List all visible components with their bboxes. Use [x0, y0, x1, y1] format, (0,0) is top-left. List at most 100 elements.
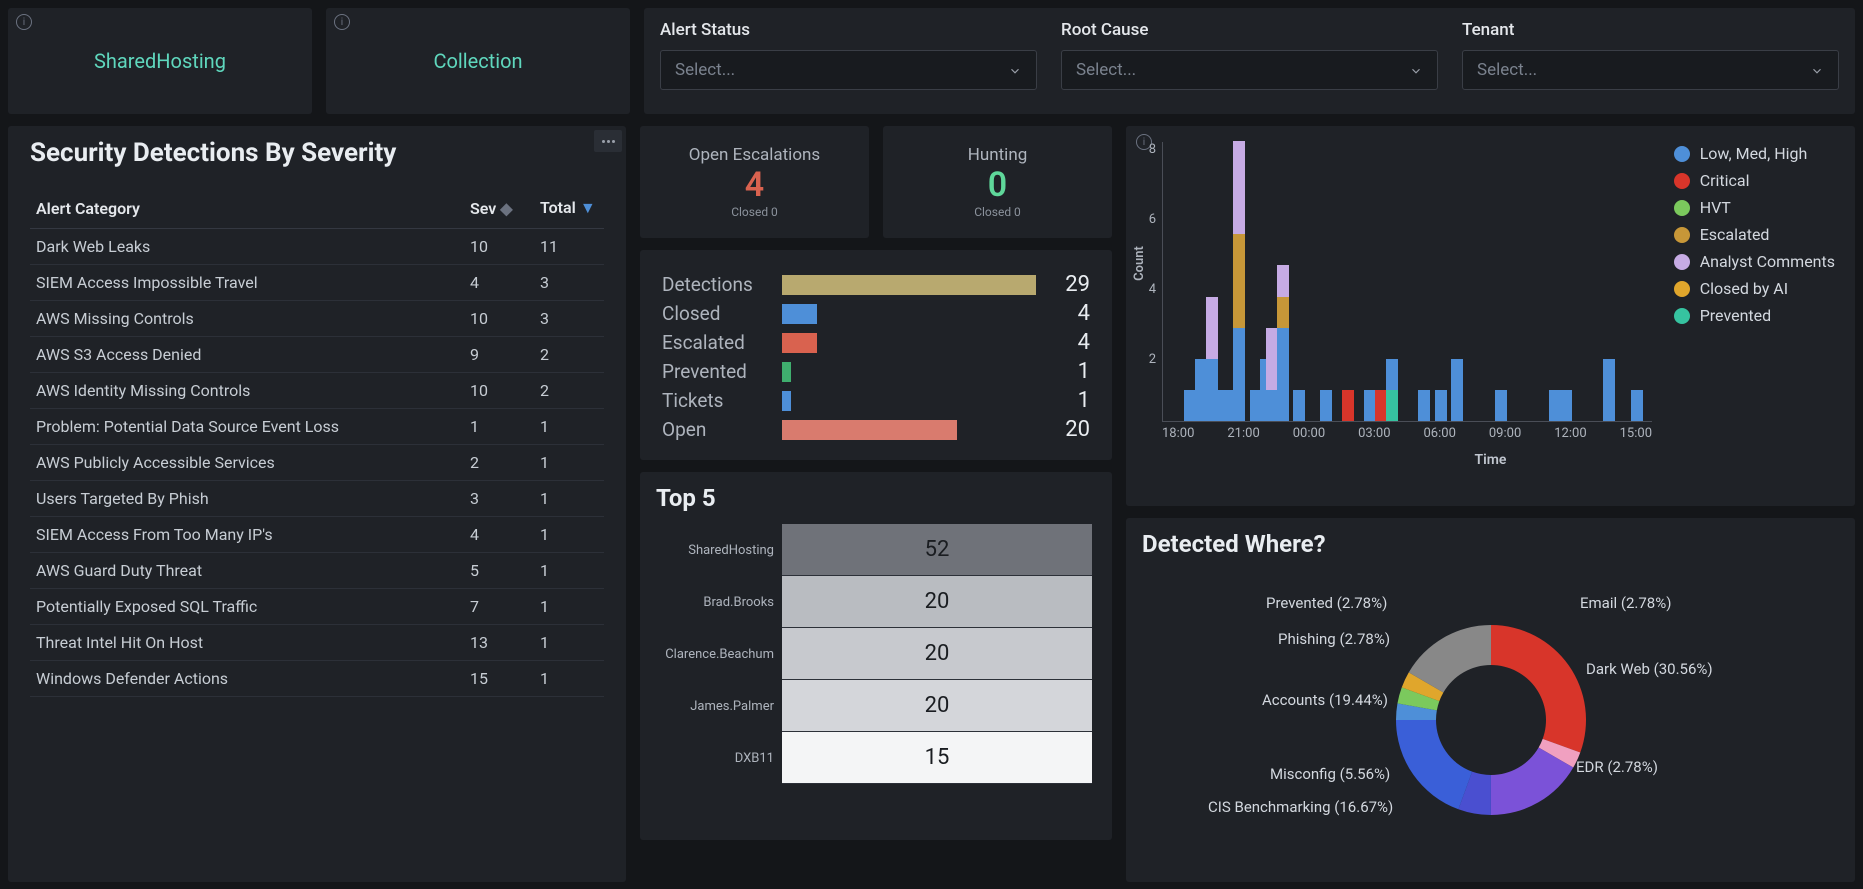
bar-column[interactable]: [1418, 390, 1430, 421]
cell-category: SIEM Access Impossible Travel: [30, 265, 464, 301]
table-row[interactable]: Potentially Exposed SQL Traffic71: [30, 589, 604, 625]
cell-sev: 5: [464, 553, 534, 589]
bar-column[interactable]: [1560, 390, 1572, 421]
cell-sev: 4: [464, 517, 534, 553]
top5-row[interactable]: SharedHosting 52: [660, 524, 1092, 576]
select-tenant[interactable]: Select...: [1462, 50, 1839, 90]
select-placeholder: Select...: [1076, 60, 1136, 80]
top5-row[interactable]: Clarence.Beachum 20: [660, 628, 1092, 680]
status-bar: [782, 333, 817, 353]
legend-item[interactable]: Prevented: [1674, 306, 1835, 325]
y-axis: 8642: [1142, 142, 1156, 422]
top5-bar: 20: [782, 680, 1092, 732]
kpi-open-escalations[interactable]: Open Escalations 4 Closed 0: [640, 126, 869, 238]
status-row[interactable]: Tickets 1: [662, 388, 1090, 413]
status-label: Closed: [662, 302, 768, 325]
bar-column[interactable]: [1320, 390, 1332, 421]
col-sev[interactable]: Sev◆: [464, 188, 534, 229]
bar-column[interactable]: [1435, 390, 1447, 421]
cell-category: Threat Intel Hit On Host: [30, 625, 464, 661]
bar-column[interactable]: [1386, 359, 1398, 421]
table-row[interactable]: AWS Identity Missing Controls102: [30, 373, 604, 409]
legend-label: Closed by AI: [1700, 279, 1788, 298]
tag-label: SharedHosting: [94, 49, 226, 73]
table-row[interactable]: SIEM Access Impossible Travel43: [30, 265, 604, 301]
bar-column[interactable]: [1342, 390, 1354, 421]
chevron-down-icon: [1409, 63, 1423, 77]
select-alert-status[interactable]: Select...: [660, 50, 1037, 90]
table-row[interactable]: Users Targeted By Phish31: [30, 481, 604, 517]
cell-total: 1: [534, 409, 604, 445]
top5-row[interactable]: DXB11 15: [660, 732, 1092, 784]
status-label: Escalated: [662, 331, 768, 354]
legend-item[interactable]: HVT: [1674, 198, 1835, 217]
status-row[interactable]: Prevented 1: [662, 359, 1090, 384]
bar-column[interactable]: [1293, 390, 1305, 421]
legend-label: HVT: [1700, 198, 1731, 217]
status-row[interactable]: Detections 29: [662, 272, 1090, 297]
panel-menu-button[interactable]: [594, 130, 622, 152]
panel-title: Detected Where?: [1142, 530, 1839, 558]
table-row[interactable]: Windows Defender Actions151: [30, 661, 604, 697]
select-root-cause[interactable]: Select...: [1061, 50, 1438, 90]
time-bar-chart[interactable]: [1162, 142, 1652, 422]
bar-column[interactable]: [1451, 359, 1463, 421]
filter-label-root-cause: Root Cause: [1061, 20, 1438, 40]
cell-total: 11: [534, 229, 604, 265]
top5-row[interactable]: Brad.Brooks 20: [660, 576, 1092, 628]
table-row[interactable]: AWS Missing Controls103: [30, 301, 604, 337]
legend-item[interactable]: Analyst Comments: [1674, 252, 1835, 271]
status-row[interactable]: Closed 4: [662, 301, 1090, 326]
status-label: Open: [662, 418, 768, 441]
donut-label: Email (2.78%): [1580, 594, 1671, 612]
bar-column[interactable]: [1631, 390, 1643, 421]
info-icon[interactable]: i: [16, 14, 32, 30]
status-value: 4: [1050, 301, 1090, 326]
tag-collection[interactable]: i Collection: [326, 8, 630, 114]
bar-column[interactable]: [1603, 359, 1615, 421]
status-row[interactable]: Escalated 4: [662, 330, 1090, 355]
cell-total: 1: [534, 625, 604, 661]
top5-bar: 20: [782, 576, 1092, 628]
table-row[interactable]: AWS Guard Duty Threat51: [30, 553, 604, 589]
table-row[interactable]: Problem: Potential Data Source Event Los…: [30, 409, 604, 445]
legend-item[interactable]: Critical: [1674, 171, 1835, 190]
donut-slice[interactable]: [1396, 720, 1472, 809]
col-alert-category[interactable]: Alert Category: [30, 188, 464, 229]
info-icon[interactable]: i: [334, 14, 350, 30]
table-row[interactable]: AWS Publicly Accessible Services21: [30, 445, 604, 481]
table-row[interactable]: Threat Intel Hit On Host131: [30, 625, 604, 661]
legend-item[interactable]: Low, Med, High: [1674, 144, 1835, 163]
cell-category: Windows Defender Actions: [30, 661, 464, 697]
kpi-value: 4: [745, 165, 764, 205]
kpi-hunting[interactable]: Hunting 0 Closed 0: [883, 126, 1112, 238]
status-label: Tickets: [662, 389, 768, 412]
top5-panel: Top 5 SharedHosting 52Brad.Brooks 20Clar…: [640, 472, 1112, 840]
cell-total: 1: [534, 445, 604, 481]
legend-item[interactable]: Escalated: [1674, 225, 1835, 244]
legend-item[interactable]: Closed by AI: [1674, 279, 1835, 298]
top5-row[interactable]: James.Palmer 20: [660, 680, 1092, 732]
legend-label: Escalated: [1700, 225, 1770, 244]
donut-slice[interactable]: [1491, 625, 1586, 753]
donut-label: Accounts (19.44%): [1262, 691, 1388, 709]
donut-label: Dark Web (30.56%): [1586, 660, 1713, 678]
cell-category: Potentially Exposed SQL Traffic: [30, 589, 464, 625]
tag-sharedhosting[interactable]: i SharedHosting: [8, 8, 312, 114]
cell-sev: 15: [464, 661, 534, 697]
top5-label: Clarence.Beachum: [660, 647, 782, 662]
select-placeholder: Select...: [675, 60, 735, 80]
bar-column[interactable]: [1233, 141, 1245, 421]
cell-total: 3: [534, 265, 604, 301]
table-row[interactable]: SIEM Access From Too Many IP's41: [30, 517, 604, 553]
top5-bar: 20: [782, 628, 1092, 680]
table-row[interactable]: AWS S3 Access Denied92: [30, 337, 604, 373]
donut-label: EDR (2.78%): [1576, 758, 1658, 776]
bar-column[interactable]: [1277, 265, 1289, 421]
donut-chart[interactable]: [1391, 620, 1591, 824]
status-bar: [782, 275, 1036, 295]
table-row[interactable]: Dark Web Leaks1011: [30, 229, 604, 265]
status-row[interactable]: Open 20: [662, 417, 1090, 442]
bar-column[interactable]: [1495, 390, 1507, 421]
col-total[interactable]: Total▼: [534, 188, 604, 229]
